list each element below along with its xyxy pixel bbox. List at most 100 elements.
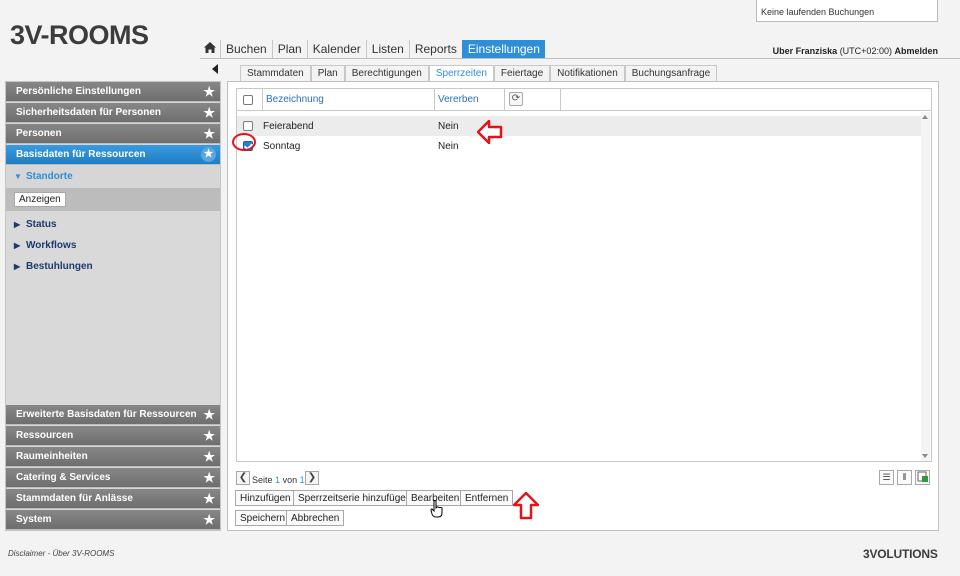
pager-info: Seite 1 von 1 <box>252 475 305 485</box>
nav-kalender[interactable]: Kalender <box>306 40 366 58</box>
tab-notifikationen[interactable]: Notifikationen <box>550 65 625 81</box>
cancel-button[interactable]: Abbrechen <box>286 510 345 526</box>
sidebar-item-label: Sicherheitsdaten für Personen <box>16 107 162 118</box>
tab-feiertage[interactable]: Feiertage <box>493 65 551 81</box>
sidebar-item-system[interactable]: System ★ <box>6 510 220 530</box>
column-header-vererben[interactable]: Vererben <box>435 89 505 110</box>
sidebar-subitem-label: Bestuhlungen <box>26 261 93 272</box>
select-all-checkbox[interactable] <box>243 95 253 105</box>
nav-listen[interactable]: Listen <box>365 40 409 58</box>
annotation-arrow-left-icon <box>477 120 503 144</box>
standorte-actions: Anzeigen <box>6 188 220 211</box>
sub-tabs: Stammdaten Plan Berechtigungen Sperrzeit… <box>240 65 718 82</box>
content-panel: Bezeichnung Vererben ⟳ Feierabend Nein S… <box>227 81 939 531</box>
sidebar-subitems: ▶ Status ▶ Workflows ▶ Bestuhlungen <box>6 211 220 405</box>
total-pages: 1 <box>299 475 305 485</box>
sidebar-subitem-status[interactable]: ▶ Status <box>6 215 220 235</box>
sidebar-subitem-label: Status <box>26 219 57 230</box>
star-icon[interactable]: ★ <box>203 429 215 442</box>
home-icon[interactable] <box>200 40 220 58</box>
sidebar-subitem-label: Standorte <box>26 171 73 182</box>
star-icon[interactable]: ★ <box>203 450 215 463</box>
sidebar-item-persoenliche-einstellungen[interactable]: Persönliche Einstellungen ★ <box>6 82 220 102</box>
footer-separator: - <box>47 549 51 558</box>
sidebar-item-personen[interactable]: Personen ★ <box>6 124 220 144</box>
star-icon[interactable]: ★ <box>203 513 215 526</box>
star-icon[interactable]: ★ <box>203 408 215 421</box>
row-bezeichnung: Feierabend <box>263 121 314 132</box>
row-checkbox[interactable] <box>243 121 253 131</box>
star-icon[interactable]: ★ <box>203 492 215 505</box>
sidebar-item-raumeinheiten[interactable]: Raumeinheiten ★ <box>6 447 220 467</box>
hand-cursor-icon <box>430 500 443 518</box>
refresh-icon[interactable]: ⟳ <box>509 92 523 106</box>
sidebar-item-ressourcen[interactable]: Ressourcen ★ <box>6 426 220 446</box>
export-excel-icon[interactable] <box>915 470 930 485</box>
tab-stammdaten[interactable]: Stammdaten <box>240 65 311 81</box>
tab-berechtigungen[interactable]: Berechtigungen <box>344 65 429 81</box>
pager-of-label: von <box>282 475 298 485</box>
remove-button[interactable]: Entfernen <box>460 490 514 506</box>
sidebar-subitem-standorte[interactable]: ▼ Standorte <box>6 167 220 187</box>
add-series-button[interactable]: Sperrzeitserie hinzufügen <box>293 490 417 506</box>
sidebar-item-label: Basisdaten für Ressourcen <box>16 149 146 160</box>
columns-view-icon[interactable]: ⦀ <box>897 470 912 485</box>
collapse-sidebar-icon[interactable] <box>212 64 218 74</box>
sidebar-item-erweiterte-basisdaten[interactable]: Erweiterte Basisdaten für Ressourcen ★ <box>6 405 220 425</box>
sidebar-subitem-label: Workflows <box>26 240 77 251</box>
row-vererben: Nein <box>438 141 459 152</box>
tab-sperrzeiten[interactable]: Sperrzeiten <box>428 65 494 82</box>
column-header-bezeichnung[interactable]: Bezeichnung <box>263 89 435 110</box>
star-icon[interactable]: ★ <box>203 85 215 98</box>
booking-status-box[interactable]: Keine laufenden Buchungen <box>756 0 938 22</box>
scroll-up-icon[interactable] <box>922 115 928 119</box>
sidebar-item-label: System <box>16 514 52 525</box>
star-icon[interactable]: ★ <box>201 147 216 162</box>
row-bezeichnung: Sonntag <box>263 141 301 152</box>
anzeigen-button[interactable]: Anzeigen <box>14 192 66 207</box>
nav-buchen[interactable]: Buchen <box>220 40 272 58</box>
app-logo[interactable]: 3V-ROOMS <box>10 20 149 51</box>
save-button[interactable]: Speichern <box>235 510 291 526</box>
sidebar-item-stammdaten-anlaesse[interactable]: Stammdaten für Anlässe ★ <box>6 489 220 509</box>
refresh-column: ⟳ <box>505 89 561 110</box>
sidebar-item-sicherheitsdaten[interactable]: Sicherheitsdaten für Personen ★ <box>6 103 220 123</box>
table-row[interactable]: Feierabend Nein <box>237 116 923 136</box>
sidebar-item-label: Raumeinheiten <box>16 451 88 462</box>
timezone: (UTC+02:00) <box>839 46 892 56</box>
scroll-down-icon[interactable] <box>922 454 928 458</box>
disclaimer-link[interactable]: Disclaimer <box>8 549 45 558</box>
sidebar-item-label: Catering & Services <box>16 472 111 483</box>
caret-down-icon: ▼ <box>14 172 22 181</box>
footer-brand-logo: 3VOLUTIONS <box>863 547 938 561</box>
logout-link[interactable]: Abmelden <box>894 46 938 56</box>
sidebar-subitem-bestuhlungen[interactable]: ▶ Bestuhlungen <box>6 257 220 277</box>
prev-page-button[interactable]: ❮ <box>236 471 250 485</box>
nav-divider <box>200 58 960 59</box>
sidebar-item-catering[interactable]: Catering & Services ★ <box>6 468 220 488</box>
table-row[interactable]: Sonntag Nein <box>237 136 923 156</box>
sidebar-item-basisdaten-ressourcen[interactable]: Basisdaten für Ressourcen ★ <box>6 145 220 165</box>
pager-label: Seite <box>252 475 273 485</box>
nav-reports[interactable]: Reports <box>408 40 462 58</box>
tab-buchungsanfrage[interactable]: Buchungsanfrage <box>624 65 718 81</box>
sidebar: Persönliche Einstellungen ★ Sicherheitsd… <box>5 81 221 531</box>
about-link[interactable]: Über 3V-ROOMS <box>52 549 114 558</box>
tab-plan[interactable]: Plan <box>310 65 345 81</box>
list-view-icon[interactable]: ☰ <box>879 470 894 485</box>
sperrzeiten-grid: Bezeichnung Vererben ⟳ Feierabend Nein S… <box>236 88 932 462</box>
user-area: Uber Franziska (UTC+02:00) Abmelden <box>773 46 938 56</box>
nav-einstellungen[interactable]: Einstellungen <box>461 40 545 58</box>
star-icon[interactable]: ★ <box>203 106 215 119</box>
sidebar-subitem-workflows[interactable]: ▶ Workflows <box>6 236 220 256</box>
select-all-column <box>237 89 263 110</box>
vertical-scrollbar[interactable] <box>921 112 930 461</box>
nav-plan[interactable]: Plan <box>271 40 307 58</box>
add-button[interactable]: Hinzufügen <box>235 490 296 506</box>
row-vererben: Nein <box>438 121 459 132</box>
highlight-circle <box>232 133 256 151</box>
star-icon[interactable]: ★ <box>203 127 215 140</box>
star-icon[interactable]: ★ <box>203 471 215 484</box>
next-page-button[interactable]: ❯ <box>305 471 319 485</box>
caret-right-icon: ▶ <box>14 241 21 250</box>
